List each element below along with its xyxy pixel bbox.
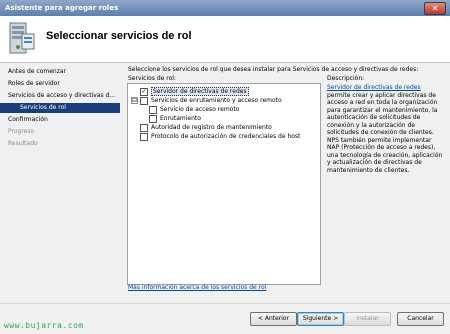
role-services-tree: ✓ Servidor de directivas de redes ⊟ Serv… [127, 83, 321, 285]
checkbox-hra[interactable] [140, 124, 148, 132]
description-body: permite crear y aplicar directivas de ac… [327, 91, 443, 174]
checkbox-nps[interactable]: ✓ [140, 88, 148, 96]
description-text: Servidor de directivas de redes permite … [327, 84, 443, 174]
intro-text: Seleccione los servicios de rol que dese… [128, 66, 419, 73]
step-label: Servicios de rol [20, 104, 66, 111]
checkbox-hcap[interactable] [140, 133, 148, 141]
tree-item-hra[interactable]: Autoridad de registro de mantenimiento [131, 123, 316, 132]
more-info-link[interactable]: Más información acerca de los servicios … [128, 284, 266, 291]
step-confirmacion[interactable]: Confirmación [8, 115, 48, 125]
wizard-steps-sidebar: Antes de comenzar Roles de servidor Serv… [0, 63, 122, 303]
wizard-content: Seleccione los servicios de rol que dese… [122, 63, 450, 303]
tree-item-remote-access[interactable]: Servicio de acceso remoto [131, 105, 316, 114]
tree-item-routing[interactable]: Enrutamiento [131, 114, 316, 123]
tree-item-hcap[interactable]: Protocolo de autorización de credenciale… [131, 132, 316, 141]
watermark: www.bujarra.com [4, 321, 84, 330]
step-antes-de-comenzar[interactable]: Antes de comenzar [8, 67, 66, 77]
tree-item-rras[interactable]: ⊟ Servicios de enrutamiento y acceso rem… [131, 96, 316, 105]
server-wizard-icon [9, 22, 35, 54]
step-resultado: Resultado [8, 140, 38, 147]
step-roles-de-servidor[interactable]: Roles de servidor [8, 79, 60, 89]
step-servicios-acceso[interactable]: Servicios de acceso y directivas d... [8, 91, 115, 101]
checkbox-remote-access[interactable] [149, 106, 157, 114]
page-title: Seleccionar servicios de rol [46, 30, 192, 42]
description-link[interactable]: Servidor de directivas de redes [327, 84, 421, 91]
step-servicios-de-rol[interactable]: Servicios de rol [0, 103, 120, 113]
tree-item-label: Servicio de acceso remoto [160, 106, 240, 113]
wizard-header: Seleccionar servicios de rol [0, 16, 450, 63]
tree-item-label: Servicios de enrutamiento y acceso remot… [151, 97, 282, 104]
tree-item-label: Enrutamiento [160, 115, 201, 122]
roles-label: Servicios de rol: [128, 75, 176, 82]
tree-item-label: Protocolo de autorización de credenciale… [151, 133, 301, 140]
checkbox-rras[interactable] [140, 97, 148, 105]
back-button[interactable]: < Anterior [250, 312, 297, 326]
cancel-button[interactable]: Cancelar [397, 312, 444, 326]
close-icon: ✕ [431, 4, 439, 13]
title-bar: Asistente para agregar roles ✕ [0, 0, 450, 16]
next-button[interactable]: Siguiente > [297, 312, 344, 326]
tree-item-label: Autoridad de registro de mantenimiento [151, 124, 272, 131]
description-label: Descripción: [327, 75, 365, 82]
checkbox-routing[interactable] [149, 115, 157, 123]
close-button[interactable]: ✕ [424, 2, 446, 15]
collapse-expander-icon[interactable]: ⊟ [131, 97, 138, 104]
tree-item-nps[interactable]: ✓ Servidor de directivas de redes [131, 87, 316, 96]
install-button: Instalar [344, 312, 391, 326]
step-progreso: Progreso [8, 128, 35, 135]
window-title: Asistente para agregar roles [5, 4, 119, 12]
tree-item-label: Servidor de directivas de redes [151, 87, 249, 96]
